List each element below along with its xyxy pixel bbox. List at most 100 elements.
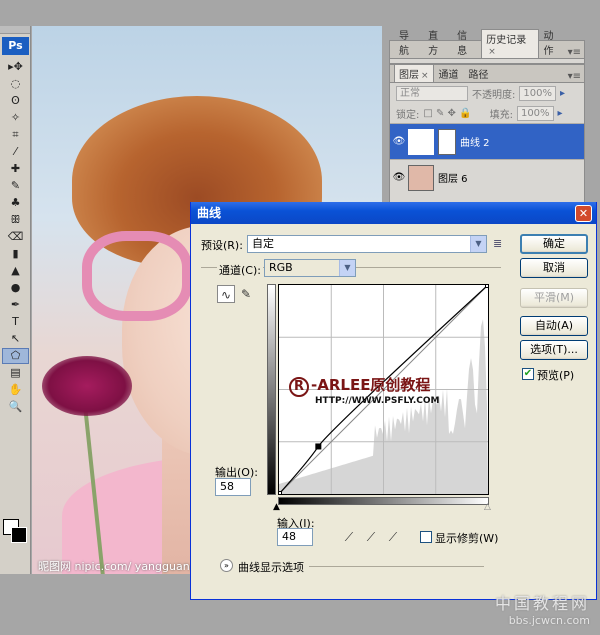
channel-label: 通道(C): <box>217 262 263 278</box>
blend-row: 正常 不透明度: 100% ▸ <box>390 83 584 103</box>
tool-icon-3[interactable]: ✧ <box>2 110 29 126</box>
tool-icon-15[interactable]: T <box>2 314 29 330</box>
adjustment-thumbnail <box>408 128 434 155</box>
visibility-eye-icon[interactable]: 👁 <box>390 172 408 183</box>
curve-point-tool-icon[interactable]: ∿ <box>217 285 235 303</box>
tab-history[interactable]: 历史记录× <box>481 29 539 58</box>
expand-chevron-icon[interactable]: » <box>220 559 233 572</box>
opacity-arrow-icon[interactable]: ▸ <box>560 88 565 99</box>
tool-icon-13[interactable]: ● <box>2 280 29 296</box>
tab-paths[interactable]: 路径 <box>464 64 494 82</box>
dialog-title: 曲线 <box>191 202 596 224</box>
tool-icon-1[interactable]: ◌ <box>2 76 29 92</box>
smooth-button[interactable]: 平滑(M) <box>520 288 588 308</box>
layer-name[interactable]: 曲线 2 <box>460 134 490 149</box>
opacity-label: 不透明度: <box>472 89 516 101</box>
site-watermark-main: 中国教程网 <box>494 594 590 613</box>
tool-icon-5[interactable]: ⁄ <box>2 144 29 160</box>
site-watermark: 中国教程网 bbs.jcwcn.com <box>495 590 590 627</box>
tools-panel: Ps ▸✥ ◌ ʘ ✧ ⌗ ⁄ ✚ ✎ ♣ ꕥ ⌫ ▮ ▲ ● ✒ T ↖ ⬠ ▤ ✋ 🔍 <box>0 26 31 574</box>
close-tab-icon[interactable]: × <box>421 71 429 81</box>
white-eyedropper-icon[interactable]: ⟋ <box>384 528 402 546</box>
chevron-down-icon: ▼ <box>339 260 355 276</box>
preview-checkbox[interactable]: ✔ <box>522 368 534 380</box>
blend-mode-select[interactable]: 正常 <box>396 85 468 101</box>
layer-name[interactable]: 图层 6 <box>438 170 468 185</box>
opacity-field[interactable]: 100% <box>519 85 556 101</box>
fill-field[interactable]: 100% <box>516 105 554 121</box>
panel-grip[interactable] <box>0 26 30 34</box>
history-panel: 导航 直方 信息 历史记录× 动作 ▾≡ <box>389 29 585 64</box>
history-panel-tabs: 导航 直方 信息 历史记录× 动作 ▾≡ <box>390 29 584 59</box>
tool-icon-18[interactable]: ▤ <box>2 365 29 381</box>
curve-control-point <box>485 282 491 288</box>
tool-icon-9[interactable]: ꕥ <box>2 212 29 228</box>
curve-control-point <box>276 491 282 497</box>
tab-histogram[interactable]: 直方 <box>423 25 452 58</box>
layer-row-image[interactable]: 👁 图层 6 <box>390 159 584 195</box>
tab-actions[interactable]: 动作 <box>539 25 568 58</box>
tool-icon-11[interactable]: ▮ <box>2 246 29 262</box>
tool-icon-8[interactable]: ♣ <box>2 195 29 211</box>
photo-flower <box>42 356 132 416</box>
channel-select[interactable]: RGB ▼ <box>264 259 356 277</box>
output-gradient-bar <box>267 284 276 495</box>
lock-row: 锁定: □ ✎ ✥ 🔒 填充: 100% ▸ <box>390 103 584 123</box>
curve-graph[interactable]: R -ARLEE原创教程 HTTP://WWW.PSFLY.COM <box>276 282 491 497</box>
tool-icon-17[interactable]: ⬠ <box>2 348 29 364</box>
layers-panel-tabs: 图层 × 通道 路径 ▾≡ <box>390 64 584 83</box>
photo-glasses <box>82 231 192 321</box>
panel-menu-icon[interactable]: ▾≡ <box>568 71 581 82</box>
black-eyedropper-icon[interactable]: ⟋ <box>340 528 358 546</box>
layers-panel: 图层 × 通道 路径 ▾≡ 正常 不透明度: 100% ▸ 锁定: □ ✎ ✥ 🔒… <box>389 64 585 214</box>
tool-icon-7[interactable]: ✎ <box>2 178 29 194</box>
close-tab-icon[interactable]: × <box>488 47 496 57</box>
lock-icons[interactable]: □ ✎ ✥ 🔒 <box>423 108 471 119</box>
preset-options-icon[interactable]: ≣ <box>493 237 502 250</box>
tool-icon-20[interactable]: 🔍 <box>2 399 29 415</box>
input-field[interactable]: 48 <box>277 528 313 546</box>
tool-icon-10[interactable]: ⌫ <box>2 229 29 245</box>
pencil-tool-icon[interactable]: ✎ <box>237 285 255 303</box>
fill-label: 填充: <box>489 109 513 121</box>
visibility-eye-icon[interactable]: 👁 <box>390 136 408 147</box>
tool-icon-12[interactable]: ▲ <box>2 263 29 279</box>
tool-icon-14[interactable]: ✒ <box>2 297 29 313</box>
lock-label: 锁定: <box>396 109 420 121</box>
output-field[interactable]: 58 <box>215 478 251 496</box>
tool-icon-16[interactable]: ↖ <box>2 331 29 347</box>
preview-label: 预览(P) <box>537 369 575 382</box>
layer-thumbnail <box>408 164 434 191</box>
tab-layers[interactable]: 图层 × <box>394 64 434 82</box>
auto-button[interactable]: 自动(A) <box>520 316 588 336</box>
input-gradient-bar <box>278 497 489 505</box>
black-point-slider-icon[interactable]: ▲ <box>273 502 280 512</box>
overlay-url: HTTP://WWW.PSFLY.COM <box>315 396 440 406</box>
cancel-button[interactable]: 取消 <box>520 258 588 278</box>
panel-menu-icon[interactable]: ▾≡ <box>568 47 581 58</box>
tool-icon-0[interactable]: ▸✥ <box>2 59 29 75</box>
white-point-slider-icon[interactable]: △ <box>484 502 491 512</box>
tool-icon-2[interactable]: ʘ <box>2 93 29 109</box>
layer-mask-thumbnail <box>438 128 456 155</box>
preset-select[interactable]: 自定 ▼ <box>247 235 487 253</box>
display-options-label: 曲线显示选项 <box>238 561 304 574</box>
ok-button[interactable]: 确定 <box>520 234 588 254</box>
overlay-logo: R -ARLEE原创教程 <box>289 374 430 397</box>
close-icon[interactable]: ✕ <box>575 205 592 222</box>
fill-arrow-icon[interactable]: ▸ <box>558 108 563 119</box>
tool-icon-6[interactable]: ✚ <box>2 161 29 177</box>
show-clipping-checkbox[interactable] <box>420 531 432 543</box>
tab-channels[interactable]: 通道 <box>434 64 464 82</box>
tab-navigator[interactable]: 导航 <box>394 25 423 58</box>
tool-icon-19[interactable]: ✋ <box>2 382 29 398</box>
tab-info[interactable]: 信息 <box>452 25 481 58</box>
tool-icon-4[interactable]: ⌗ <box>2 127 29 143</box>
preset-value: 自定 <box>252 237 274 250</box>
background-color-swatch[interactable] <box>11 527 27 543</box>
gray-eyedropper-icon[interactable]: ⟋ <box>362 528 380 546</box>
show-clipping-label: 显示修剪(W) <box>435 532 499 545</box>
preset-label: 预设(R): <box>201 239 243 252</box>
options-button[interactable]: 选项(T)... <box>520 340 588 360</box>
layer-row-curves[interactable]: 👁 曲线 2 <box>390 123 584 159</box>
